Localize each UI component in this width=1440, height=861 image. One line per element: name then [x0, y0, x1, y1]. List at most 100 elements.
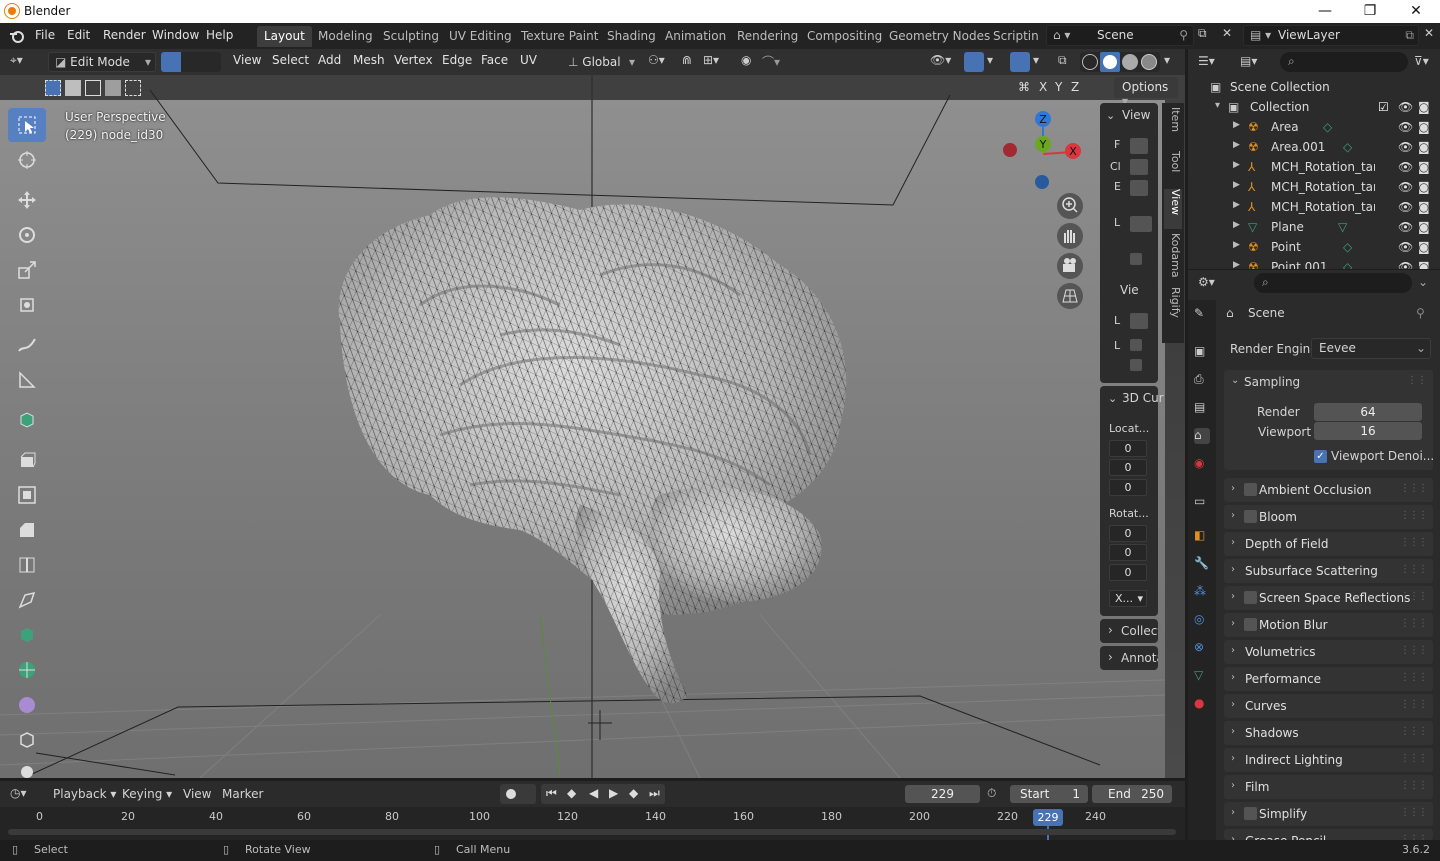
clip-start-field[interactable] — [1130, 159, 1148, 175]
jump-start-icon[interactable]: ⏮ — [546, 786, 557, 801]
chevron-down-icon[interactable]: ⌄ — [1418, 275, 1428, 289]
face-select-button[interactable] — [201, 52, 221, 72]
eye-icon[interactable]: 👁 — [1398, 200, 1413, 214]
jump-end-icon[interactable]: ⏭ — [649, 786, 660, 801]
output-tab-icon[interactable]: ⎙ — [1194, 372, 1210, 388]
timeline-editor-icon[interactable]: ◷▾ — [10, 786, 27, 800]
render-samples-field[interactable]: 64 — [1314, 403, 1422, 421]
tab-sculpting[interactable]: Sculpting — [376, 26, 446, 47]
panel-volumetrics[interactable]: › Volumetrics ⋮⋮⋮ — [1224, 640, 1433, 664]
outliner-item[interactable]: ▶ ☢ Point.001 ◇ 👁 ◙ — [1188, 257, 1440, 269]
timeline-ruler[interactable]: 0 20 40 60 80 100 120 140 160 180 200 22… — [0, 807, 1185, 840]
tab-layout[interactable]: Layout — [257, 26, 312, 47]
add-cube-tool[interactable] — [8, 403, 46, 437]
sidebar-annotation-panel[interactable]: › Annota — [1100, 646, 1158, 670]
solid-shading-button[interactable] — [1100, 52, 1120, 72]
tab-modeling[interactable]: Modeling — [311, 26, 380, 47]
menu-help[interactable]: Help — [206, 28, 233, 42]
panel-screen-space-reflections[interactable]: › Screen Space Reflections ⋮⋮⋮ — [1224, 586, 1433, 610]
panel-enable-checkbox[interactable] — [1244, 510, 1257, 523]
object-data-icon[interactable]: ◇ — [1343, 240, 1352, 254]
panel-enable-checkbox[interactable] — [1244, 483, 1257, 496]
object-tab-icon[interactable]: ◧ — [1194, 528, 1210, 544]
gizmo-toggle-button[interactable] — [964, 52, 984, 72]
tab-geometry-nodes[interactable]: Geometry Nodes — [882, 26, 997, 47]
eye-icon[interactable]: 👁 — [1398, 180, 1413, 194]
camera-icon[interactable]: ◙ — [1418, 180, 1430, 194]
outliner-search-input[interactable]: ⌕ — [1280, 52, 1408, 72]
outliner-item[interactable]: ▶ ☢ Area ◇ 👁 ◙ — [1188, 117, 1440, 137]
menu-mesh[interactable]: Mesh — [353, 53, 385, 67]
snap-target-icon[interactable]: ⊞▾ — [703, 53, 719, 67]
camera-icon[interactable]: ◙ — [1418, 120, 1430, 134]
eye-icon[interactable]: 👁 — [1398, 240, 1413, 254]
sidebar-vie-section[interactable]: Vie — [1120, 283, 1139, 297]
rotation-mode-dropdown[interactable]: X... ▾ — [1109, 590, 1147, 607]
camera-icon[interactable]: ◙ — [1418, 220, 1430, 234]
vertex-select-button[interactable] — [161, 52, 181, 72]
menu-select[interactable]: Select — [272, 53, 309, 67]
transform-orientation-dropdown[interactable]: ⊥ Global ▾ — [561, 52, 638, 72]
loop-cut-tool[interactable] — [8, 548, 46, 582]
object-data-icon[interactable]: ▽ — [1338, 220, 1347, 234]
lock-to-object-field[interactable] — [1130, 313, 1148, 329]
cursor-location-y[interactable]: 0 — [1109, 459, 1147, 476]
edge-slide-tool[interactable] — [8, 723, 46, 757]
pan-view-icon[interactable] — [1057, 223, 1083, 249]
panel-simplify[interactable]: › Simplify ⋮⋮⋮ — [1224, 802, 1433, 826]
poly-build-tool[interactable] — [8, 618, 46, 652]
editor-type-icon[interactable]: ⌖▾ — [10, 53, 23, 68]
play-reverse-icon[interactable]: ◀ — [589, 786, 598, 800]
object-data-icon[interactable]: ◇ — [1343, 260, 1352, 269]
cursor-rotation-x[interactable]: 0 — [1109, 525, 1147, 542]
chevron-right-icon[interactable]: ▶ — [1233, 200, 1240, 210]
panel-performance[interactable]: › Performance ⋮⋮⋮ — [1224, 667, 1433, 691]
mode-selector[interactable]: ◪ Edit Mode ▾ — [48, 52, 156, 72]
physics-tab-icon[interactable]: ◎ — [1194, 612, 1210, 628]
menu-render[interactable]: Render — [103, 28, 146, 42]
eye-icon[interactable]: 👁 — [1398, 120, 1413, 134]
outliner-editor-icon[interactable]: ☰▾ — [1198, 54, 1215, 68]
move-tool[interactable] — [8, 183, 46, 217]
camera-icon[interactable]: ◙ — [1418, 240, 1430, 254]
outliner-collection[interactable]: ▾ ▣ Collection ☑ 👁 ◙ — [1188, 97, 1440, 117]
panel-grease-pencil[interactable]: ›Grease Pencil⋮⋮⋮ — [1224, 829, 1433, 840]
cursor-location-x[interactable]: 0 — [1109, 440, 1147, 457]
drag-grip-icon[interactable]: ⋮⋮⋮ — [1400, 807, 1428, 818]
transform-tool[interactable] — [8, 288, 46, 322]
tab-compositing[interactable]: Compositing — [800, 26, 889, 47]
material-shading-button[interactable] — [1122, 54, 1138, 70]
scene-tab-icon[interactable]: ⌂ — [1194, 428, 1210, 444]
world-tab-icon[interactable]: ◉ — [1194, 456, 1210, 472]
chevron-right-icon[interactable]: ▶ — [1233, 240, 1240, 250]
chevron-down-icon[interactable]: ⌄ — [1231, 375, 1239, 386]
knife-tool[interactable] — [8, 583, 46, 617]
smooth-tool[interactable] — [8, 688, 46, 722]
panel-enable-checkbox[interactable] — [1244, 618, 1257, 631]
zoom-view-icon[interactable] — [1057, 193, 1083, 219]
camera-icon[interactable]: ◙ — [1418, 160, 1430, 174]
drag-grip-icon[interactable]: ⋮⋮⋮ — [1400, 618, 1428, 629]
display-mode-icon[interactable]: ▤▾ — [1240, 54, 1257, 68]
scale-tool[interactable] — [8, 253, 46, 287]
menu-playback[interactable]: Playback ▾ — [53, 787, 116, 801]
menu-uv[interactable]: UV — [520, 53, 537, 67]
outliner-item[interactable]: ▶ ⅄ MCH_Rotation_targ 👁 ◙ — [1188, 177, 1440, 197]
navigation-gizmo[interactable]: Z X Y — [1000, 107, 1090, 197]
outliner-item[interactable]: ▶ ☢ Area.001 ◇ 👁 ◙ — [1188, 137, 1440, 157]
tab-item[interactable]: Item — [1164, 107, 1182, 147]
shrink-fatten-tool[interactable] — [8, 758, 46, 778]
maximize-button[interactable]: ❐ — [1347, 1, 1393, 22]
outliner-item[interactable]: ▶ ⅄ MCH_Rotation_targ 👁 ◙ — [1188, 197, 1440, 217]
tab-scripting[interactable]: Scripting — [986, 26, 1038, 47]
minimize-button[interactable]: — — [1302, 1, 1348, 22]
render-engine-dropdown[interactable]: Eevee ⌄ — [1311, 338, 1431, 359]
tab-animation[interactable]: Animation — [658, 26, 733, 47]
eye-icon[interactable]: 👁 — [1398, 160, 1413, 174]
eye-icon[interactable]: 👁 — [1398, 140, 1413, 154]
tool-tab-icon[interactable]: ✎ — [1194, 306, 1210, 322]
camera-icon[interactable]: ◙ — [1418, 100, 1430, 114]
pivot-icon[interactable]: ⚇▾ — [648, 53, 665, 67]
select-box-tool[interactable] — [8, 108, 46, 142]
data-tab-icon[interactable]: ▽ — [1194, 668, 1210, 684]
